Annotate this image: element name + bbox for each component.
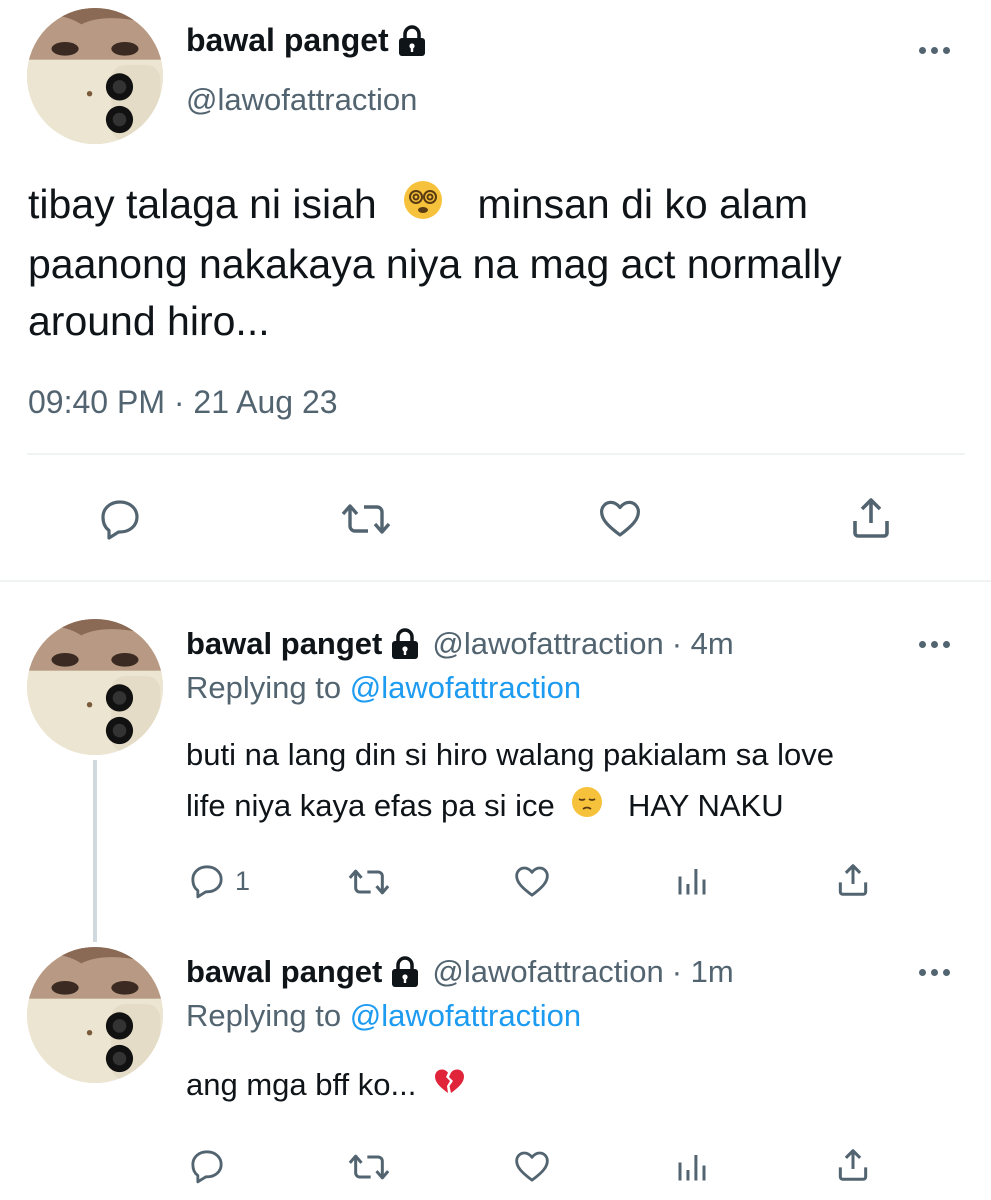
share-icon[interactable] [847, 493, 895, 543]
retweet-icon[interactable] [346, 1147, 392, 1187]
reply-text: ang mga bff ko... [186, 1061, 465, 1111]
reply-text-line: life niya kaya efas pa si ice [186, 788, 555, 823]
reply-icon[interactable] [187, 1146, 227, 1186]
reply-text: buti na lang din si hiro walang pakialam… [186, 729, 834, 833]
time-ago[interactable]: · 4m [672, 626, 734, 662]
reply-icon[interactable] [96, 495, 144, 543]
thread-line [93, 760, 97, 942]
timestamp[interactable]: 09:40 PM · 21 Aug 23 [28, 384, 338, 421]
replying-to-label: Replying to [186, 670, 342, 705]
reply-icon[interactable] [187, 861, 227, 901]
more-icon[interactable] [919, 47, 950, 54]
lock-icon [390, 628, 420, 660]
reply-text-line: HAY NAKU [628, 788, 784, 823]
reply-text-line: buti na lang din si hiro walang pakialam… [186, 737, 834, 772]
reply-action[interactable]: 1 [187, 861, 250, 901]
share-icon[interactable] [834, 860, 872, 900]
retweet-icon[interactable] [346, 862, 392, 902]
tweet-text-line: minsan di ko alam [477, 181, 808, 227]
avatar[interactable] [27, 619, 163, 755]
lock-icon [397, 24, 427, 57]
analytics-icon[interactable] [673, 1149, 711, 1185]
like-icon[interactable] [595, 494, 645, 542]
analytics-icon[interactable] [673, 863, 711, 899]
pensive-face-emoji-icon [571, 782, 603, 833]
like-icon[interactable] [511, 861, 553, 901]
display-name[interactable]: bawal panget [186, 626, 382, 662]
replying-to-link[interactable]: @lawofattraction [350, 670, 581, 705]
tweet-text-line: tibay talaga ni isiah [28, 181, 377, 227]
replying-to-label: Replying to [186, 998, 342, 1033]
display-name[interactable]: bawal panget [186, 22, 389, 59]
dizzy-face-emoji-icon [402, 179, 444, 236]
reply-count: 1 [235, 865, 251, 896]
handle[interactable]: @lawofattraction [186, 82, 417, 118]
handle[interactable]: @lawofattraction [432, 626, 663, 662]
share-icon[interactable] [834, 1145, 872, 1185]
divider [0, 580, 991, 582]
broken-heart-emoji-icon [433, 1063, 465, 1111]
display-name[interactable]: bawal panget [186, 954, 382, 990]
more-icon[interactable] [919, 641, 950, 648]
replying-to-link[interactable]: @lawofattraction [350, 998, 581, 1033]
tweet-text: tibay talaga ni isiah minsan di ko alam … [28, 176, 978, 350]
avatar[interactable] [27, 8, 163, 144]
retweet-icon[interactable] [340, 495, 392, 543]
divider [27, 453, 965, 455]
more-icon[interactable] [919, 969, 950, 976]
avatar[interactable] [27, 947, 163, 1083]
tweet-text-line: around hiro... [28, 297, 270, 344]
like-icon[interactable] [511, 1146, 553, 1186]
reply-text-line: ang mga bff ko... [186, 1067, 417, 1102]
handle[interactable]: @lawofattraction [432, 954, 663, 990]
time-ago[interactable]: · 1m [672, 954, 734, 990]
lock-icon [390, 956, 420, 988]
tweet-text-line: paanong nakakaya niya na mag act normall… [28, 240, 842, 287]
